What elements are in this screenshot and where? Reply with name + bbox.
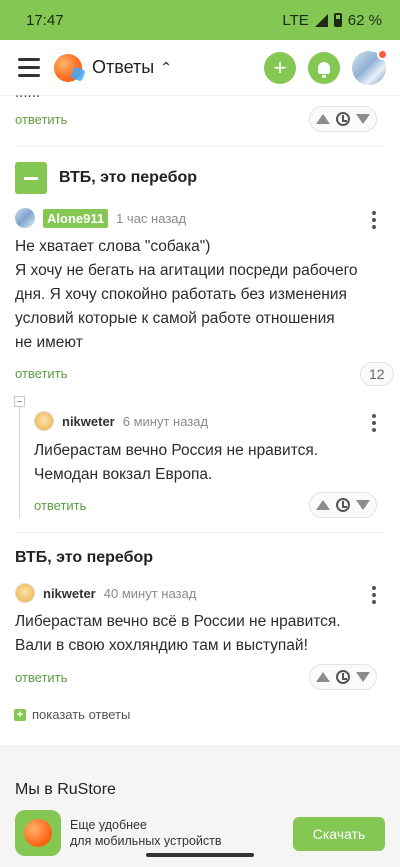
text-line: для мобильных устройств — [70, 834, 222, 847]
arrow-up-icon[interactable] — [316, 114, 330, 124]
reply-link[interactable]: ответить — [15, 112, 67, 127]
status-time: 17:47 — [26, 11, 64, 29]
previous-answer-text-fragment: ...... — [15, 84, 41, 97]
clock-icon[interactable] — [336, 498, 350, 512]
gesture-home-bar[interactable] — [146, 853, 254, 857]
more-vert-icon[interactable] — [372, 211, 376, 229]
show-answers-label: показать ответы — [32, 707, 131, 722]
collapse-thread-button[interactable] — [14, 396, 25, 407]
vote-controls — [309, 664, 377, 690]
vote-controls — [309, 106, 377, 132]
question-meta: nikweter 40 минут назад — [15, 583, 196, 603]
signal-icon — [314, 13, 328, 27]
comment-meta: nikweter 6 минут назад — [34, 411, 208, 431]
comment-body: Либерастам вечно Россия не нравится. Чем… — [34, 439, 384, 487]
question-title[interactable]: ВТБ, это перебор — [59, 169, 197, 187]
answers-count-badge[interactable]: 12 — [360, 362, 394, 386]
minus-icon — [17, 401, 22, 402]
arrow-down-icon[interactable] — [356, 500, 370, 510]
vote-controls — [309, 492, 377, 518]
chevron-up-icon[interactable]: ⌃ — [160, 59, 172, 76]
app-logo-icon — [24, 819, 52, 847]
text-line: Я хочу не бегать на агитации посреди раб… — [15, 262, 358, 279]
rustore-app-icon[interactable] — [15, 810, 61, 856]
author-name[interactable]: nikweter — [43, 586, 96, 601]
arrow-up-icon[interactable] — [316, 500, 330, 510]
question-body: Не хватает слова "собака") Я хочу не бег… — [15, 235, 385, 355]
battery-percent: 62 % — [347, 11, 382, 29]
text-line: не имеют — [15, 334, 83, 351]
download-button[interactable]: Скачать — [293, 817, 385, 851]
text-line: Либерастам вечно Россия не нравится. — [34, 442, 319, 459]
text-line: Либерастам вечно всё в России не нравитс… — [15, 613, 341, 630]
divider — [15, 146, 385, 147]
profile-avatar[interactable] — [352, 48, 388, 85]
question-header: ВТБ, это перебор — [15, 162, 197, 194]
rustore-description: Еще удобнее для мобильных устройств — [70, 817, 230, 847]
text-line: Не хватает слова "собака") — [15, 238, 211, 255]
divider — [15, 532, 385, 533]
menu-icon[interactable] — [18, 58, 40, 77]
plus-icon: + — [14, 708, 26, 721]
timestamp: 1 час назад — [116, 210, 187, 226]
clock-icon[interactable] — [336, 112, 350, 126]
avatar[interactable] — [15, 583, 35, 603]
avatar[interactable] — [34, 411, 54, 431]
plus-icon: + — [273, 54, 287, 80]
timestamp: 6 минут назад — [122, 413, 209, 429]
reply-link[interactable]: ответить — [15, 670, 67, 685]
arrow-down-icon[interactable] — [356, 114, 370, 124]
minus-icon — [24, 176, 38, 180]
show-answers-button[interactable]: + показать ответы — [14, 707, 130, 722]
battery-icon — [333, 13, 342, 27]
app-header: Ответы ⌃ + — [0, 40, 400, 96]
avatar[interactable] — [15, 208, 35, 228]
app-logo-icon[interactable] — [54, 53, 82, 82]
status-indicators: LTE 62 % — [282, 12, 382, 29]
clock-icon[interactable] — [336, 670, 350, 684]
more-vert-icon[interactable] — [372, 414, 376, 432]
reply-link[interactable]: ответить — [15, 366, 67, 381]
text-line: Еще удобнее — [70, 818, 147, 832]
author-name[interactable]: Alone911 — [43, 208, 109, 228]
text-line: дня. Я хочу спокойно работать без измене… — [15, 286, 347, 303]
more-vert-icon[interactable] — [372, 586, 376, 604]
arrow-up-icon[interactable] — [316, 672, 330, 682]
timestamp: 40 минут назад — [103, 585, 197, 601]
text-line: Вали в свою хохляндию там и выступай! — [15, 637, 308, 654]
network-type: LTE — [282, 11, 309, 29]
bell-icon — [318, 61, 330, 78]
question-meta: Alone911 1 час назад — [15, 208, 186, 228]
author-name[interactable]: nikweter — [62, 414, 115, 429]
question-body: Либерастам вечно всё в России не нравитс… — [15, 610, 385, 658]
collapse-button[interactable] — [15, 162, 47, 194]
text-line: Чемодан вокзал Европа. — [34, 466, 213, 483]
notifications-button[interactable] — [308, 51, 340, 84]
add-question-button[interactable]: + — [264, 51, 296, 84]
app-title[interactable]: Ответы — [92, 57, 154, 78]
question-title[interactable]: ВТБ, это перебор — [15, 549, 153, 567]
status-bar: 17:47 LTE 62 % — [0, 0, 400, 40]
reply-link[interactable]: ответить — [34, 498, 86, 513]
notification-dot — [377, 48, 388, 60]
text-line: условий которые к самой работе отношения — [15, 310, 335, 327]
arrow-down-icon[interactable] — [356, 672, 370, 682]
thread-line — [19, 404, 20, 518]
rustore-title: Мы в RuStore — [15, 781, 116, 798]
